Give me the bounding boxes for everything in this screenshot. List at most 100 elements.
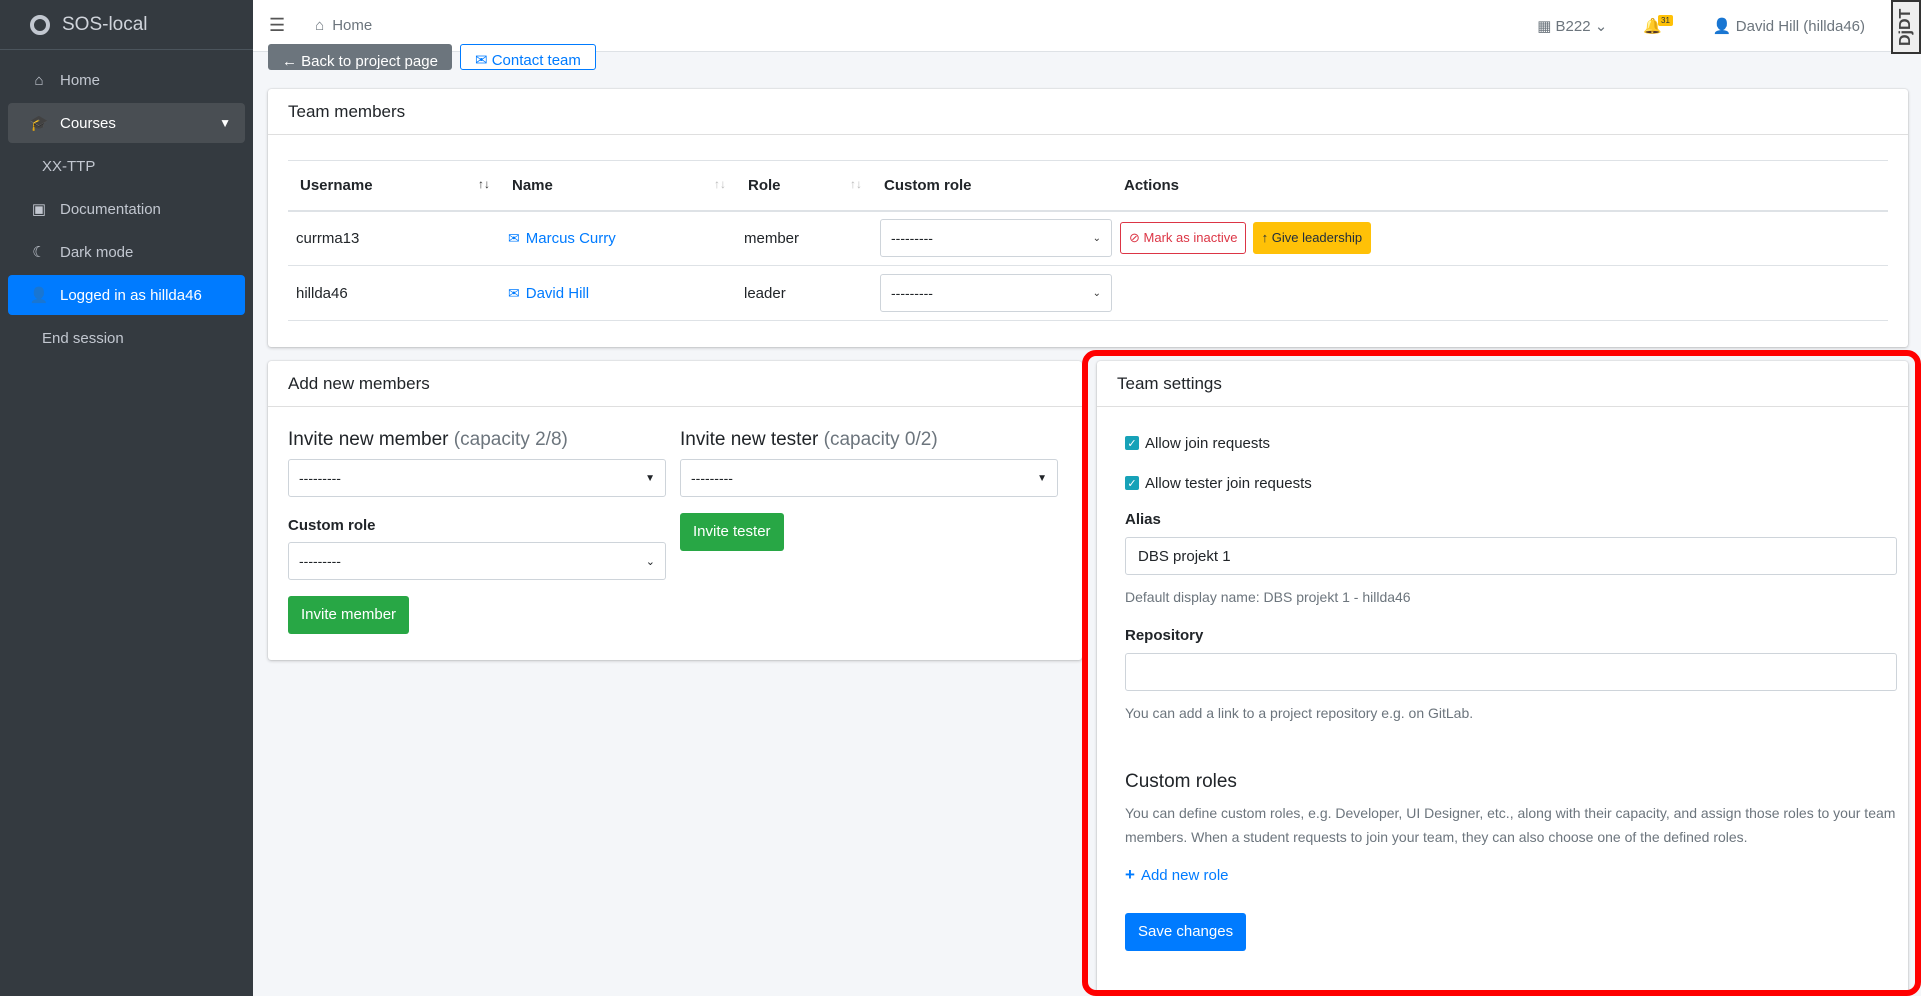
repository-help-text: You can add a link to a project reposito… xyxy=(1125,705,1474,721)
repository-input[interactable] xyxy=(1125,653,1897,691)
caret-down-icon: ▼ xyxy=(645,472,655,484)
sidebar-item-label: End session xyxy=(42,329,124,347)
select-value: --------- xyxy=(299,470,341,486)
sidebar: SOS-local ⌂ Home 🎓 Courses ▼ XX-TTP ▣ Do… xyxy=(0,0,253,996)
breadcrumb-home[interactable]: Home xyxy=(332,17,372,34)
sidebar-item-courses[interactable]: 🎓 Courses ▼ xyxy=(8,103,245,143)
invite-tester-select[interactable]: --------- ▼ xyxy=(680,459,1058,497)
contact-team-button[interactable]: ✉ Contact team xyxy=(459,44,596,70)
role-cell: leader xyxy=(736,265,872,321)
give-leadership-label: Give leadership xyxy=(1271,230,1363,246)
invite-tester-label: Invite new tester xyxy=(680,429,819,450)
alias-input[interactable]: DBS projekt 1 xyxy=(1125,537,1897,575)
caret-down-icon: ▼ xyxy=(1037,472,1047,484)
chevron-down-icon: ⌄ xyxy=(645,555,655,568)
topbar-right: ▦ B222 ⌄ 🔔31 👤 David Hill (hillda46) xyxy=(1537,14,1865,35)
sidebar-item-logged-in[interactable]: 👤 Logged in as hillda46 xyxy=(8,275,245,315)
custom-role-select[interactable]: --------- ⌄ xyxy=(880,219,1112,258)
brand-name: SOS-local xyxy=(62,13,148,35)
team-members-card: Team members Username ↑↓ Name ↑↓ Role ↑↓ Cu… xyxy=(268,89,1908,347)
username-cell: hillda46 xyxy=(288,265,500,321)
invite-tester-heading: Invite new tester (capacity 0/2) xyxy=(680,429,1058,451)
repository-label: Repository xyxy=(1125,627,1204,644)
custom-role-cell: --------- ⌄ xyxy=(872,210,1112,266)
sidebar-item-documentation[interactable]: ▣ Documentation xyxy=(8,189,245,229)
member-email-link[interactable]: ✉ Marcus Curry xyxy=(508,230,616,247)
user-icon: 👤 xyxy=(1712,17,1736,35)
user-menu[interactable]: 👤 David Hill (hillda46) xyxy=(1713,17,1865,35)
alias-help-text: Default display name: DBS projekt 1 - hi… xyxy=(1125,589,1411,605)
invite-tester-button[interactable]: Invite tester xyxy=(680,513,784,551)
tester-capacity: (capacity 0/2) xyxy=(823,429,938,450)
invite-member-section: Invite new member (capacity 2/8) -------… xyxy=(288,429,666,634)
column-header-name[interactable]: Name ↑↓ xyxy=(500,160,736,212)
chevron-down-icon: ⌄ xyxy=(1092,232,1101,244)
allow-join-requests-row: ✓ Allow join requests xyxy=(1125,431,1897,455)
sidebar-item-label: Home xyxy=(60,71,101,89)
column-label: Name xyxy=(512,176,553,194)
select-value: --------- xyxy=(299,553,341,569)
contact-team-label: Contact team xyxy=(491,52,581,69)
mark-inactive-button[interactable]: ⊘ Mark as inactive xyxy=(1120,222,1247,255)
member-name: David Hill xyxy=(525,284,590,302)
invite-tester-section: Invite new tester (capacity 0/2) -------… xyxy=(680,429,1058,551)
action-buttons: ← Back to project page ✉ Contact team xyxy=(268,44,596,70)
invite-member-select[interactable]: --------- ▼ xyxy=(288,459,666,497)
member-email-link[interactable]: ✉ David Hill xyxy=(508,285,589,302)
invite-custom-role-select[interactable]: --------- ⌄ xyxy=(288,542,666,580)
team-settings-title: Team settings xyxy=(1097,361,1908,407)
envelope-icon: ✉ xyxy=(508,284,520,301)
arrow-up-icon: ↑ xyxy=(1261,230,1272,246)
sidebar-item-label: Logged in as hillda46 xyxy=(60,286,202,304)
semester-label: B222 xyxy=(1555,17,1591,35)
notifications-button[interactable]: 🔔31 xyxy=(1643,14,1677,35)
home-icon: ⌂ xyxy=(315,17,325,34)
back-to-project-button[interactable]: ← Back to project page xyxy=(268,44,452,70)
sidebar-item-home[interactable]: ⌂ Home xyxy=(8,60,245,100)
chevron-down-icon: ⌄ xyxy=(1092,287,1101,299)
column-header-role[interactable]: Role ↑↓ xyxy=(736,160,872,212)
allow-join-requests-checkbox[interactable]: ✓ xyxy=(1125,436,1139,450)
custom-roles-description: You can define custom roles, e.g. Develo… xyxy=(1125,805,1896,845)
add-new-role-label: Add new role xyxy=(1140,867,1229,884)
allow-tester-join-row: ✓ Allow tester join requests xyxy=(1125,471,1897,495)
calendar-icon: ▦ xyxy=(1537,17,1556,35)
team-settings-form: ✓ Allow join requests ✓ Allow tester joi… xyxy=(1125,431,1897,951)
menu-toggle-icon[interactable]: ☰ xyxy=(269,15,285,36)
username-cell: currma13 xyxy=(288,210,500,266)
allow-join-requests-label: Allow join requests xyxy=(1145,434,1271,452)
column-header-actions: Actions xyxy=(1112,160,1888,212)
column-header-username[interactable]: Username ↑↓ xyxy=(288,160,500,212)
arrow-left-icon: ← xyxy=(282,53,302,70)
notification-badge: 31 xyxy=(1658,14,1673,26)
invite-member-button[interactable]: Invite member xyxy=(288,596,410,634)
sidebar-item-label: XX-TTP xyxy=(42,157,96,175)
graduation-cap-icon: 🎓 xyxy=(29,115,49,132)
allow-tester-join-checkbox[interactable]: ✓ xyxy=(1125,476,1139,490)
custom-role-select[interactable]: --------- ⌄ xyxy=(880,274,1112,312)
add-members-title: Add new members xyxy=(268,361,1082,407)
sidebar-item-dark-mode[interactable]: ☾ Dark mode xyxy=(8,232,245,272)
user-name: David Hill (hillda46) xyxy=(1735,17,1865,35)
sort-icon: ↑↓ xyxy=(714,177,726,191)
save-changes-button[interactable]: Save changes xyxy=(1125,913,1247,951)
table-row: currma13 ✉ Marcus Curry member --------- ⌄… xyxy=(288,210,1888,266)
custom-role-label: Custom role xyxy=(288,517,376,534)
add-new-role-link[interactable]: + Add new role xyxy=(1125,865,1897,885)
invite-member-heading: Invite new member (capacity 2/8) xyxy=(288,429,666,451)
sort-icon: ↑↓ xyxy=(478,177,490,191)
column-label: Custom role xyxy=(884,176,972,194)
table-row: hillda46 ✉ David Hill leader --------- ⌄ xyxy=(288,265,1888,321)
sidebar-item-label: Courses xyxy=(60,114,116,132)
django-debug-toolbar-handle[interactable]: DjDT xyxy=(1891,0,1921,54)
invite-member-label: Invite new member xyxy=(288,429,449,450)
sidebar-item-course-xx-ttp[interactable]: XX-TTP xyxy=(8,146,245,186)
actions-cell xyxy=(1112,265,1888,321)
book-icon: ▣ xyxy=(31,201,47,218)
give-leadership-button[interactable]: ↑ Give leadership xyxy=(1252,222,1372,255)
back-to-project-label: Back to project page xyxy=(301,53,438,70)
name-cell: ✉ Marcus Curry xyxy=(500,210,736,266)
brand-link[interactable]: SOS-local xyxy=(0,0,253,50)
sidebar-item-end-session[interactable]: End session xyxy=(8,318,245,358)
semester-dropdown[interactable]: ▦ B222 ⌄ xyxy=(1537,17,1607,35)
